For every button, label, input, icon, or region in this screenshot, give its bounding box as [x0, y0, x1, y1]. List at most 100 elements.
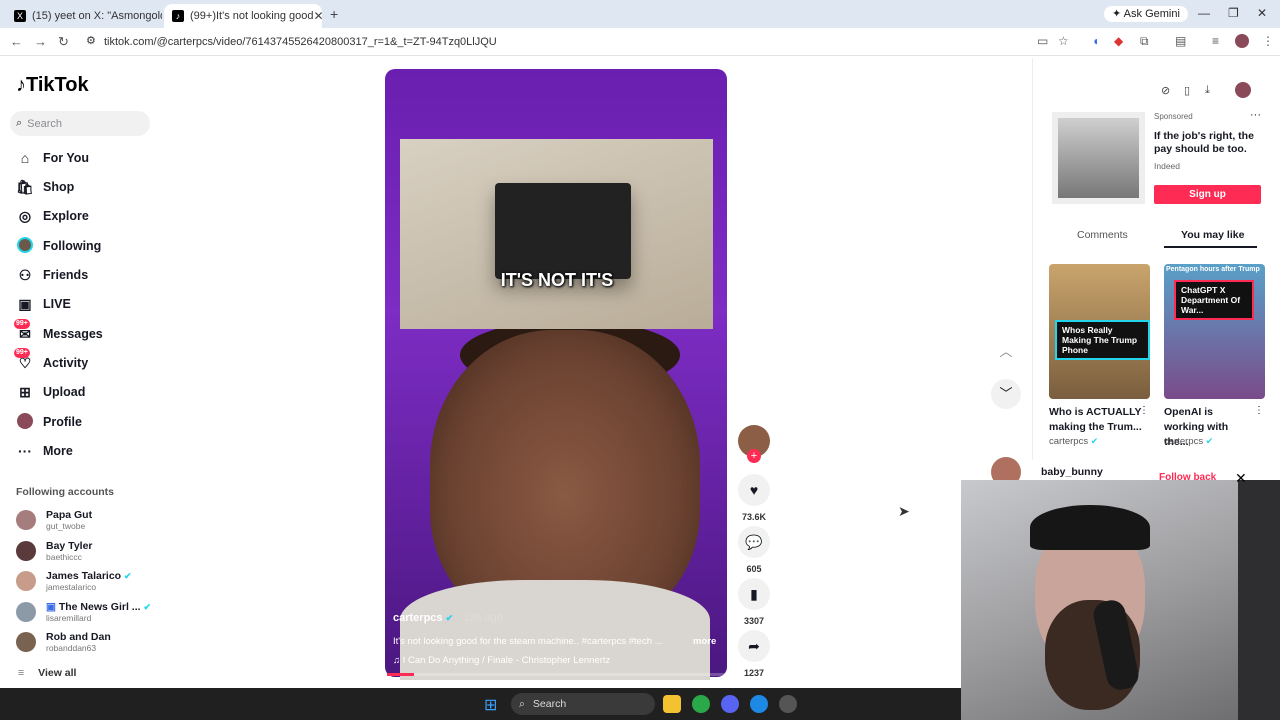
sidebar-item-more[interactable]: ··· More	[16, 441, 73, 461]
recommended-video-thumbnail[interactable]: Whos Really Making The Trump Phone	[1049, 264, 1150, 399]
save-count: 3307	[743, 616, 765, 626]
following-account[interactable]: ▣ The News Girl ... ✔ lisaremillard	[16, 598, 151, 626]
comment-button[interactable]: 💬 605	[738, 526, 770, 574]
video-author[interactable]: carterpcs ✔ · 13h ago	[393, 612, 503, 624]
sidebar-item-messages[interactable]: ✉ 99+ Messages	[14, 319, 103, 344]
sidebar-item-shop[interactable]: 🛍 Shop	[16, 177, 74, 197]
sidebar-item-label: For You	[43, 151, 90, 165]
view-all-label: View all	[38, 667, 77, 679]
mouse-cursor-icon: ➤	[898, 503, 910, 519]
account-handle: jamestalarico	[46, 581, 97, 592]
video-menu-dots-icon[interactable]: ⋮	[1254, 405, 1264, 416]
activity-icon: ♡ 99+	[14, 348, 32, 371]
following-account[interactable]: Rob and Dan robanddan63	[16, 628, 111, 656]
sidebar-item-profile[interactable]: Profile	[16, 412, 82, 432]
recommended-video-title[interactable]: Who is ACTUALLY making the Trum...	[1049, 405, 1149, 435]
compass-icon[interactable]: ⊘	[1161, 84, 1170, 97]
sidebar-item-following[interactable]: Following	[16, 236, 101, 256]
discord-icon[interactable]	[721, 695, 739, 713]
tab-comments[interactable]: Comments	[1077, 229, 1128, 241]
view-all-link[interactable]: ≡ View all	[18, 667, 76, 679]
browser-tab-tiktok[interactable]: ♪ (99+)It's not looking good ✕	[164, 4, 322, 28]
recommended-video-author[interactable]: carterpcs ✔	[1164, 436, 1213, 447]
previous-video-icon[interactable]: ︿	[991, 337, 1021, 367]
chrome-icon[interactable]	[692, 695, 710, 713]
reload-icon[interactable]: ↻	[58, 34, 69, 50]
search-input[interactable]: ⌕ Search	[10, 111, 150, 136]
share-button[interactable]: ➦ 1237	[738, 630, 770, 678]
more-link[interactable]: more	[693, 636, 716, 647]
tiktok-logo[interactable]: ♪TikTok	[16, 74, 89, 97]
thumbnail-top-text: Pentagon hours after Trump	[1166, 266, 1260, 273]
music-track[interactable]: ♫ I Can Do Anything / Finale - Christoph…	[393, 655, 610, 666]
following-account[interactable]: James Talarico ✔ jamestalarico	[16, 567, 132, 595]
profile-avatar-icon[interactable]	[1235, 34, 1249, 48]
webcam-person-hat	[1030, 505, 1150, 550]
avatar	[16, 510, 36, 530]
cast-icon[interactable]: ▭	[1037, 34, 1048, 48]
ask-gemini-button[interactable]: ✦ Ask Gemini	[1104, 6, 1188, 22]
following-account[interactable]: Bay Tyler baethiccc	[16, 537, 93, 565]
avatar	[16, 632, 36, 652]
ad-image[interactable]	[1052, 112, 1145, 204]
app-icon[interactable]	[779, 695, 797, 713]
sidepanel-icon[interactable]: ▤	[1175, 34, 1186, 48]
back-icon[interactable]: ←	[10, 34, 23, 49]
media-icon[interactable]: ≡	[1212, 34, 1219, 48]
more-icon: ···	[18, 443, 32, 459]
sidebar-item-activity[interactable]: ♡ 99+ Activity	[14, 348, 88, 373]
video-progress-track[interactable]	[387, 673, 725, 676]
sidebar-item-label: Profile	[43, 415, 82, 429]
extensions-puzzle-icon[interactable]: ⧉	[1140, 34, 1149, 49]
verified-badge-icon: ✔	[445, 613, 454, 623]
maximize-icon[interactable]: ❐	[1228, 6, 1239, 20]
save-button[interactable]: ▮ 3307	[738, 578, 770, 626]
tv-icon: ▣	[46, 600, 56, 613]
windows-start-icon[interactable]: ⊞	[484, 695, 497, 715]
notification-username: baby_bunny	[1041, 466, 1103, 478]
menu-dots-icon[interactable]: ⋮	[1262, 34, 1274, 48]
video-progress-fill	[387, 673, 415, 676]
new-tab-icon[interactable]: +	[330, 6, 338, 22]
search-placeholder: Search	[27, 117, 63, 130]
video-menu-dots-icon[interactable]: ⋮	[1139, 405, 1149, 416]
avatar[interactable]	[1235, 82, 1251, 98]
windows-taskbar	[0, 688, 961, 720]
tab-you-may-like[interactable]: You may like	[1181, 229, 1244, 241]
signup-button[interactable]: Sign up	[1154, 185, 1261, 204]
recommended-video-author[interactable]: carterpcs ✔	[1049, 436, 1098, 447]
close-tab-icon[interactable]: ✕	[314, 9, 323, 23]
close-notification-icon[interactable]: ✕	[1235, 470, 1247, 487]
sidebar-item-upload[interactable]: ⊞ Upload	[16, 382, 85, 402]
next-video-icon[interactable]: ﹀	[991, 379, 1021, 409]
list-icon: ≡	[18, 667, 25, 679]
edge-icon[interactable]	[750, 695, 768, 713]
window-close-icon[interactable]: ✕	[1257, 6, 1267, 20]
bookmark-star-icon[interactable]: ☆	[1058, 34, 1069, 48]
comment-icon: 💬	[738, 526, 770, 558]
thumbnail-overlay-text: Whos Really Making The Trump Phone	[1055, 320, 1150, 360]
sidebar-item-live[interactable]: ▣ LIVE	[16, 294, 70, 314]
extension-icon[interactable]: ◆	[1114, 34, 1123, 48]
url-input[interactable]: ⚙ tiktok.com/@carterpcs/video/7614374552…	[80, 31, 1080, 53]
taskbar-search[interactable]: ⌕ Search	[511, 693, 655, 715]
like-button[interactable]: ♥ 73.6K	[738, 474, 770, 522]
following-account[interactable]: Papa Gut gut_twobe	[16, 506, 92, 534]
ad-menu-dots-icon[interactable]: ···	[1250, 109, 1261, 121]
phone-icon[interactable]: ▯	[1184, 84, 1190, 97]
avatar	[16, 571, 36, 591]
site-info-icon[interactable]: ⚙	[86, 34, 96, 47]
file-explorer-icon[interactable]	[663, 695, 681, 713]
browser-tab-x[interactable]: X (15) yeet on X: "Asmongold sh ✕	[6, 4, 162, 28]
follow-plus-icon[interactable]: +	[747, 449, 761, 463]
minimize-icon[interactable]: —	[1198, 6, 1210, 20]
sidebar-item-label: More	[43, 444, 73, 458]
recommended-video-thumbnail[interactable]: Pentagon hours after Trump ChatGPT X Dep…	[1164, 264, 1265, 399]
sidebar-item-for-you[interactable]: ⌂ For You	[16, 148, 89, 168]
forward-icon[interactable]: →	[34, 34, 47, 49]
sidebar-item-friends[interactable]: ⚇ Friends	[16, 265, 88, 285]
download-icon[interactable]: ⤓	[1205, 84, 1210, 97]
home-icon: ⌂	[20, 150, 30, 166]
extension-icon[interactable]: ◖	[1092, 34, 1099, 48]
sidebar-item-explore[interactable]: ◎ Explore	[16, 206, 89, 226]
